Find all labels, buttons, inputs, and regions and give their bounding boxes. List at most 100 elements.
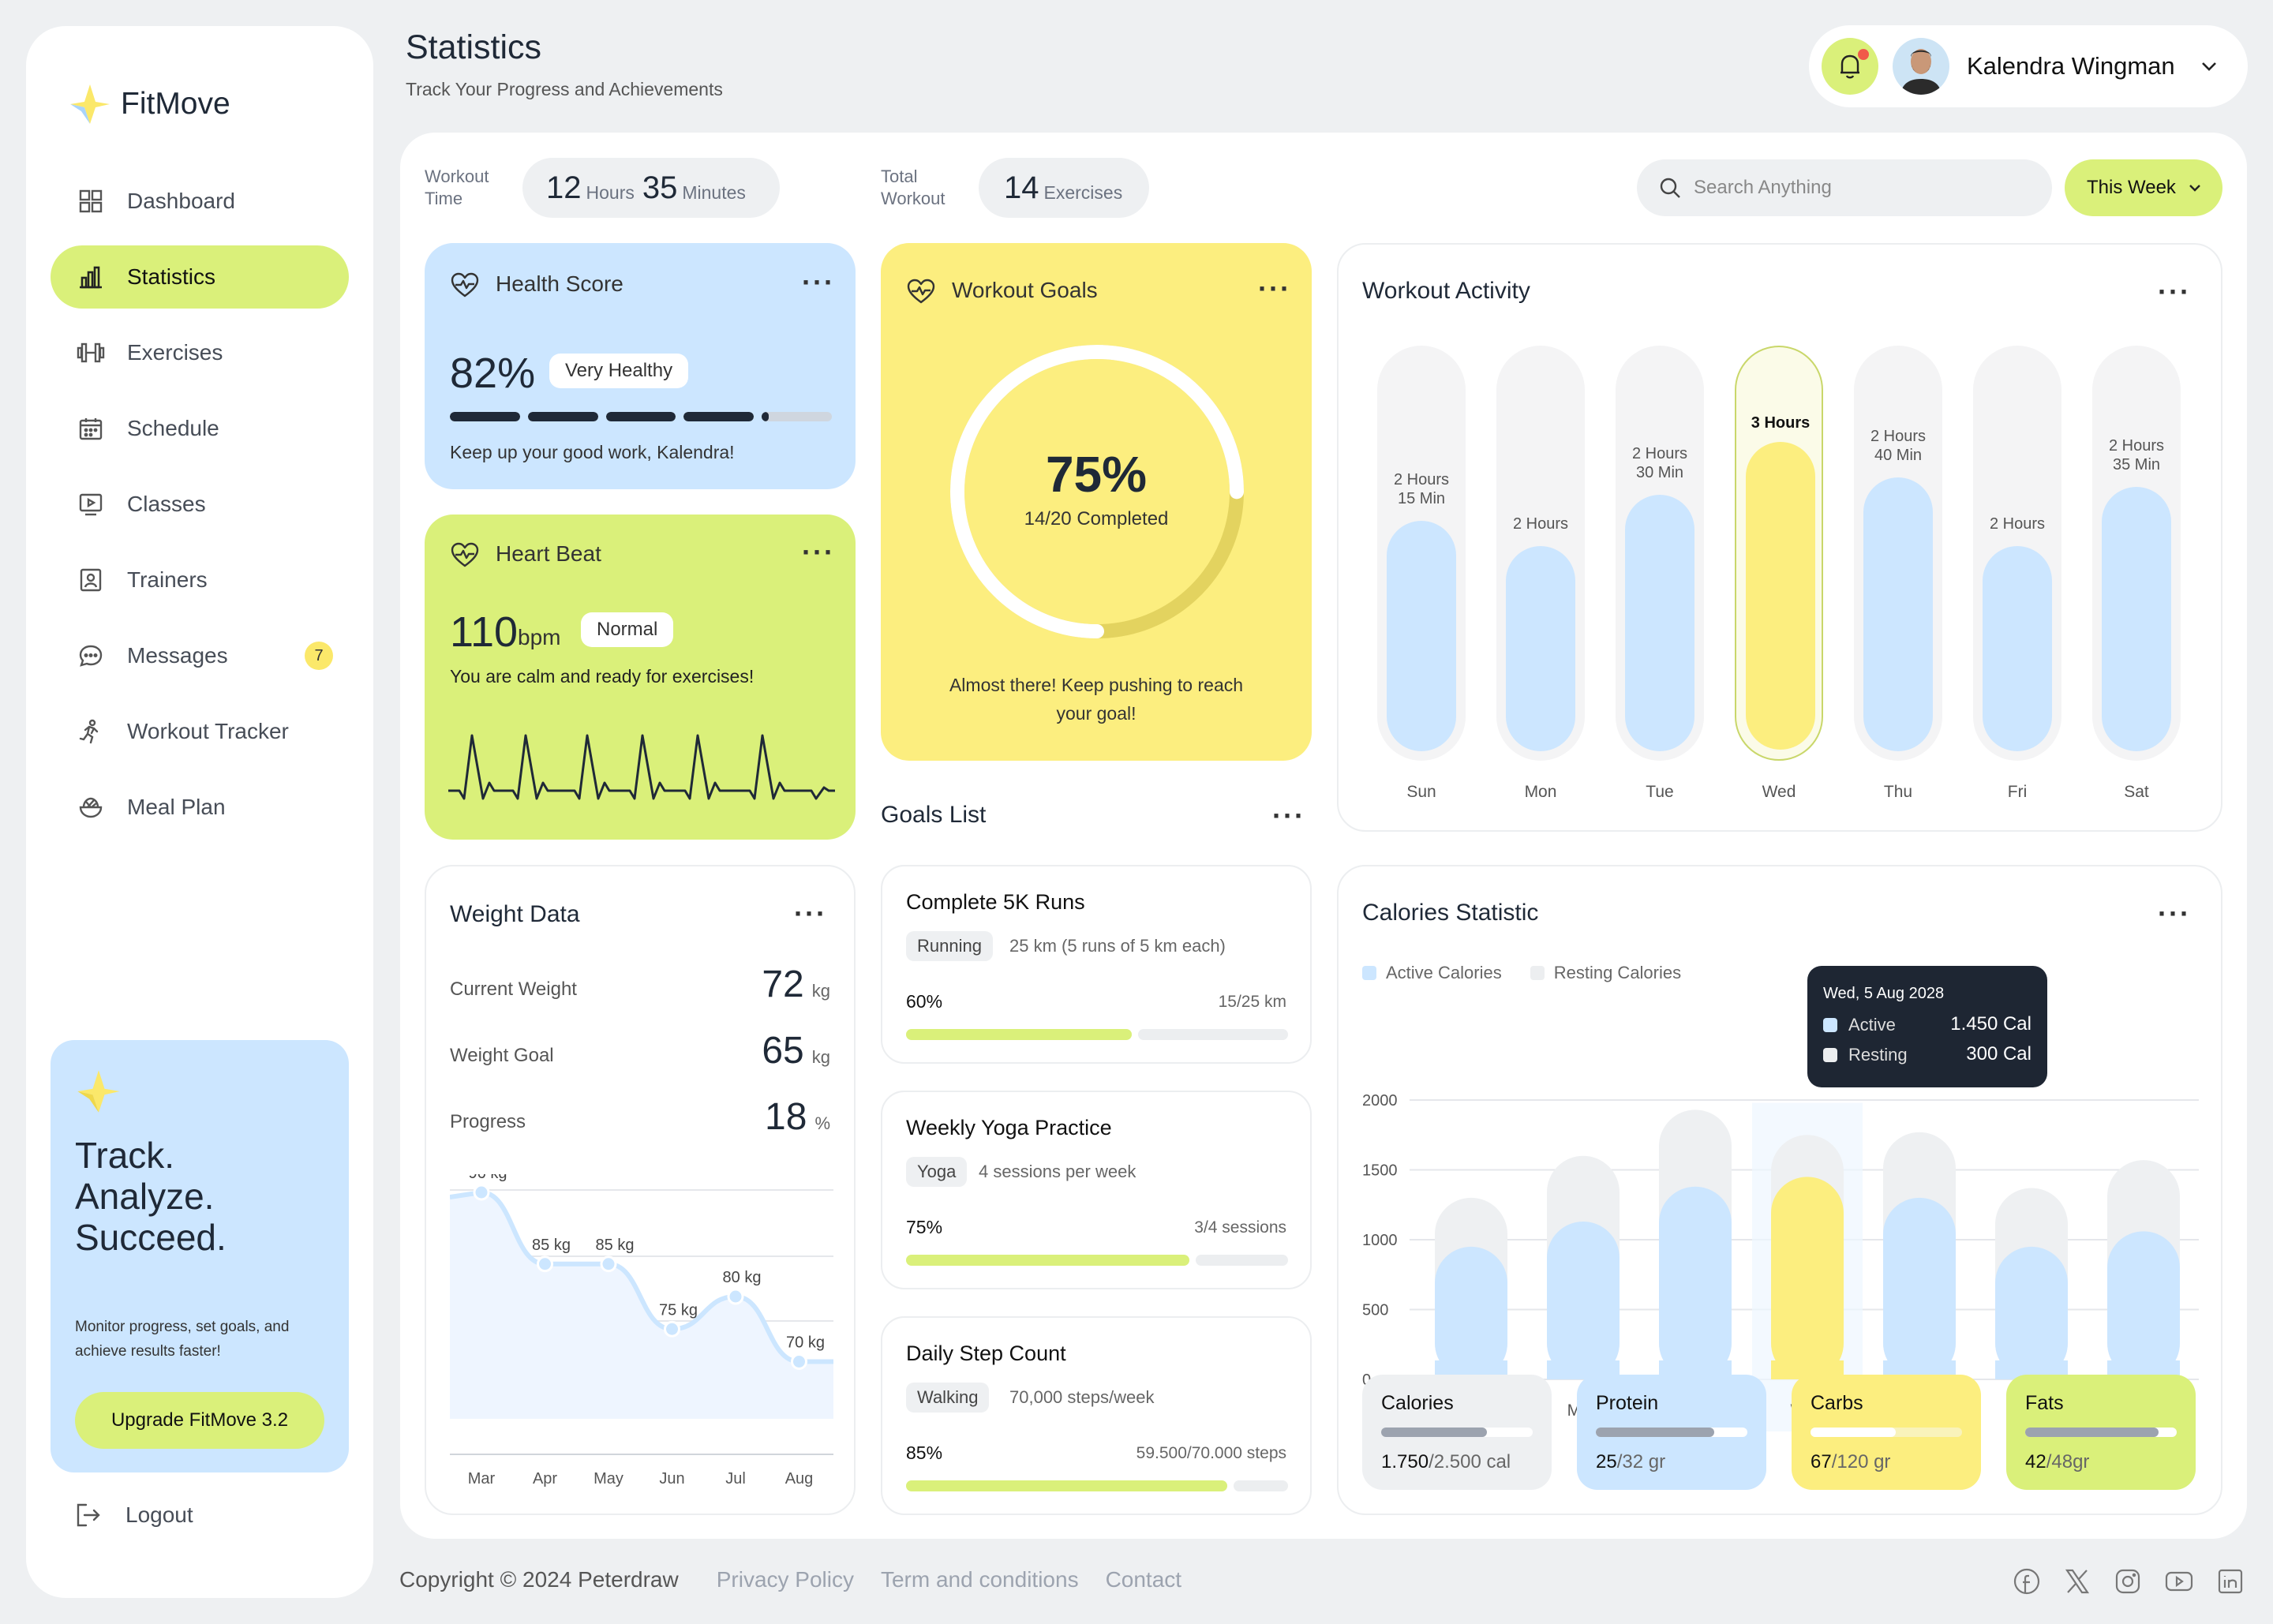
bar-active[interactable] xyxy=(1547,1221,1620,1379)
trainer-icon xyxy=(77,566,105,594)
notification-button[interactable] xyxy=(1822,38,1878,95)
progress-segment-fill xyxy=(683,412,755,421)
page-title: Statistics xyxy=(406,28,542,66)
search-icon xyxy=(1660,178,1680,198)
period-select[interactable]: This Week xyxy=(2065,159,2222,216)
goal-item[interactable]: Daily Step Count Walking 70,000 steps/week… xyxy=(881,1316,1312,1515)
bar-active[interactable] xyxy=(1883,1197,1956,1379)
goal-item[interactable]: Weekly Yoga Practice Yoga 4 sessions per w… xyxy=(881,1091,1312,1289)
sidebar-item-workout-tracker[interactable]: Workout Tracker xyxy=(51,700,349,763)
workout-goals-percent: 75% xyxy=(1045,446,1148,503)
sidebar-item-dashboard[interactable]: Dashboard xyxy=(51,170,349,233)
total-workout-label: Total Workout xyxy=(881,167,946,208)
activity-column-sat[interactable]: 2 Hours 35 Min xyxy=(2092,346,2181,761)
sidebar-item-label: Exercises xyxy=(127,340,223,365)
sidebar-item-statistics[interactable]: Statistics xyxy=(51,245,349,309)
nutrition-name: Calories xyxy=(1381,1392,1454,1414)
goal-item[interactable]: Complete 5K Runs Running 25 km (5 runs of … xyxy=(881,865,1312,1064)
contact-link[interactable]: Contact xyxy=(1106,1567,1182,1592)
bar-active[interactable] xyxy=(1995,1246,2068,1379)
weight-point[interactable] xyxy=(664,1320,680,1338)
sidebar-item-trainers[interactable]: Trainers xyxy=(51,548,349,612)
bar-active[interactable] xyxy=(1435,1246,1507,1379)
more-options-button[interactable]: ··· xyxy=(1272,802,1305,830)
heart-beat-value: 110 xyxy=(450,608,519,656)
bar-active[interactable] xyxy=(1659,1186,1732,1379)
goal-title: Daily Step Count xyxy=(906,1341,1066,1365)
day-label: Sat xyxy=(2124,783,2149,801)
status-badge: Normal xyxy=(581,612,674,647)
workout-time-value: 12 Hours 35 Minutes xyxy=(522,158,780,218)
ecg-line xyxy=(448,734,835,800)
nutrition-box-calories[interactable]: Calories 1.750/2.500 cal xyxy=(1362,1375,1552,1490)
calories-bar-chart: 2000150010005000SunMonTueWedThuFriSat xyxy=(1362,1092,2199,1431)
sidebar-item-classes[interactable]: Classes xyxy=(51,473,349,536)
sidebar-item-label: Meal Plan xyxy=(127,795,226,819)
user-menu[interactable]: Kalendra Wingman xyxy=(1809,25,2248,107)
health-score-progress xyxy=(450,412,832,421)
linkedin-icon[interactable] xyxy=(2216,1567,2245,1596)
logout-icon xyxy=(77,1503,100,1527)
health-score-value: 82% xyxy=(450,350,536,397)
nutrition-fill xyxy=(2025,1428,2159,1437)
search-input[interactable]: Search Anything xyxy=(1637,159,2052,216)
health-score-message: Keep up your good work, Kalendra! xyxy=(450,442,735,462)
period-value: This Week xyxy=(2087,177,2176,198)
nutrition-amount: 25 xyxy=(1596,1451,1617,1472)
youtube-icon[interactable] xyxy=(2164,1567,2194,1596)
activity-column-fri[interactable]: 2 Hours xyxy=(1973,346,2061,761)
nutrition-total: /2.500 cal xyxy=(1429,1451,1511,1472)
nutrition-value: 67/120 gr xyxy=(1811,1451,1962,1473)
facebook-icon[interactable] xyxy=(2013,1567,2041,1596)
nutrition-name: Protein xyxy=(1596,1392,1659,1414)
weight-point[interactable] xyxy=(473,1184,490,1201)
sidebar-item-label: Schedule xyxy=(127,416,219,440)
instagram-icon[interactable] xyxy=(2114,1567,2142,1596)
terms-link[interactable]: Term and conditions xyxy=(881,1567,1079,1592)
total-workout-value: 14 Exercises xyxy=(979,158,1149,218)
nutrition-box-fats[interactable]: Fats 42/48gr xyxy=(2006,1375,2196,1490)
activity-column-sun[interactable]: 2 Hours 15 Min xyxy=(1377,346,1466,761)
activity-column-tue[interactable]: 2 Hours 30 Min xyxy=(1616,346,1704,761)
tooltip-date: Wed, 5 Aug 2028 xyxy=(1823,985,1945,1002)
sidebar-item-messages[interactable]: Messages 7 xyxy=(51,624,349,687)
more-options-button[interactable]: ··· xyxy=(2158,900,2191,928)
goal-percent: 75% xyxy=(906,1217,943,1237)
privacy-policy-link[interactable]: Privacy Policy xyxy=(717,1567,854,1592)
goal-detail: 3/4 sessions xyxy=(1194,1218,1286,1237)
weight-point[interactable] xyxy=(727,1288,744,1305)
activity-column-thu[interactable]: 2 Hours 40 Min xyxy=(1854,346,1942,761)
sidebar-item-meal-plan[interactable]: Meal Plan xyxy=(51,776,349,839)
goal-description: 70,000 steps/week xyxy=(1009,1387,1155,1407)
sidebar-item-exercises[interactable]: Exercises xyxy=(51,321,349,384)
logout-button[interactable]: Logout xyxy=(75,1502,193,1529)
promo-line-2: Analyze. xyxy=(75,1176,215,1217)
activity-column-mon[interactable]: 2 Hours xyxy=(1496,346,1585,761)
more-options-button[interactable]: ··· xyxy=(1258,275,1291,303)
nutrition-box-carbs[interactable]: Carbs 67/120 gr xyxy=(1792,1375,1981,1490)
weight-point[interactable] xyxy=(537,1255,553,1273)
workout-goals-title: Workout Goals xyxy=(952,278,1098,302)
weight-point[interactable] xyxy=(791,1353,807,1370)
more-options-button[interactable]: ··· xyxy=(802,268,835,297)
more-options-button[interactable]: ··· xyxy=(794,900,827,928)
goal-tag: Running xyxy=(906,931,993,961)
activity-column-wed[interactable]: 3 Hours xyxy=(1735,346,1823,761)
bar-active[interactable] xyxy=(1771,1177,1844,1379)
sidebar-item-schedule[interactable]: Schedule xyxy=(51,397,349,460)
nutrition-box-protein[interactable]: Protein 25/32 gr xyxy=(1577,1375,1766,1490)
more-options-button[interactable]: ··· xyxy=(2158,278,2191,306)
activity-bar-label: 2 Hours 40 Min xyxy=(1843,427,1953,465)
workout-goals-message: Almost there! Keep pushing to reach your… xyxy=(949,675,1244,724)
upgrade-button[interactable]: Upgrade FitMove 3.2 xyxy=(75,1392,324,1449)
more-options-button[interactable]: ··· xyxy=(802,538,835,567)
bar-active[interactable] xyxy=(2107,1231,2180,1379)
avatar[interactable] xyxy=(1893,38,1949,95)
exercises-unit: Exercises xyxy=(1043,181,1123,203)
nutrition-name: Fats xyxy=(2025,1392,2064,1414)
x-twitter-icon[interactable] xyxy=(2063,1567,2091,1596)
brand[interactable]: FitMove xyxy=(67,81,230,127)
social-links xyxy=(2013,1567,2245,1596)
bar-chart-icon xyxy=(77,263,105,291)
weight-point[interactable] xyxy=(600,1255,617,1273)
